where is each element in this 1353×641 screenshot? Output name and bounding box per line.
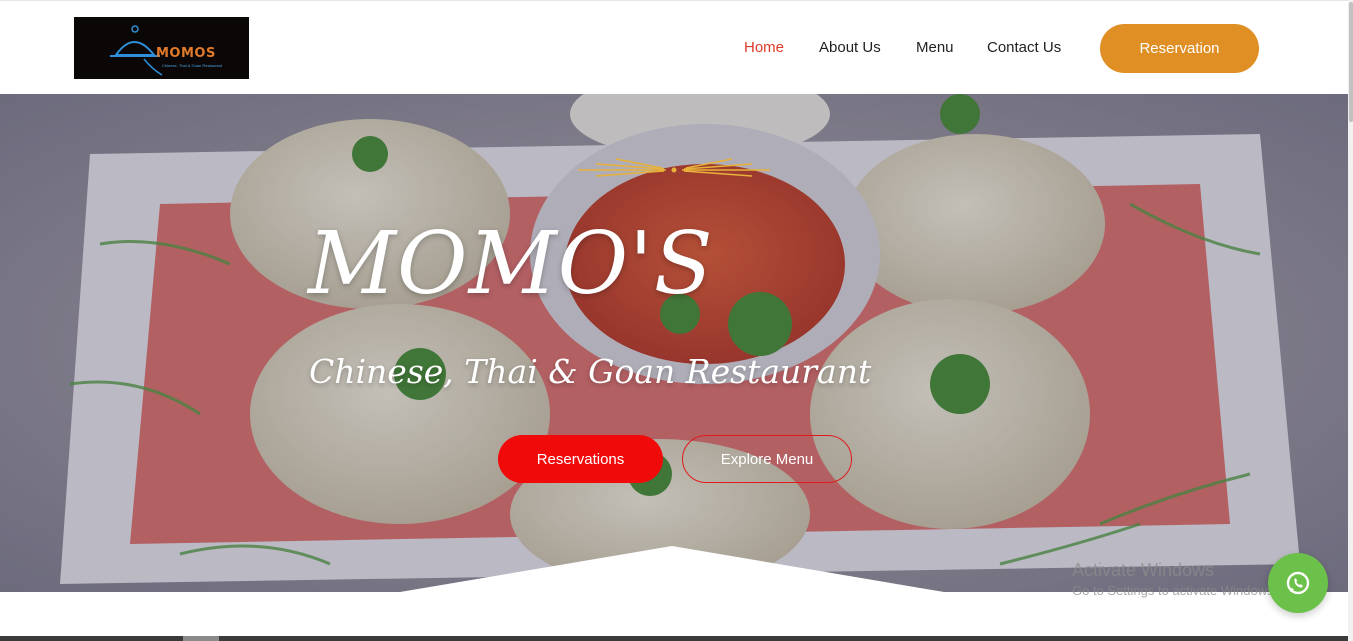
site-header: MOMOS Chinese, Thai & Goan Restaurant Ho… [0,1,1348,94]
logo-text: MOMOS [156,46,216,61]
whatsapp-icon [1286,571,1310,595]
watermark-subtitle: Go to Settings to activate Windows. [1072,583,1278,598]
logo-subtext: Chinese, Thai & Goan Restaurant [162,63,222,68]
hero-bottom-wedge [400,546,944,592]
logo[interactable]: MOMOS Chinese, Thai & Goan Restaurant [74,17,249,79]
page: MOMOS Chinese, Thai & Goan Restaurant Ho… [0,0,1353,641]
nav-contact-us[interactable]: Contact Us [987,39,1061,56]
nav-about-us[interactable]: About Us [819,39,881,56]
bottom-bar-highlight [183,636,219,641]
whatsapp-button[interactable] [1268,553,1328,613]
nav-menu[interactable]: Menu [916,39,954,56]
hero-section: MOMO'S Chinese, Thai & Goan Restaurant R… [0,94,1348,592]
reservation-button[interactable]: Reservation [1100,24,1259,73]
watermark-title: Activate Windows [1072,560,1215,580]
nav-home[interactable]: Home [744,39,784,56]
scrollbar-thumb[interactable] [1349,2,1353,122]
windows-activation-watermark: Activate Windows Go to Settings to activ… [1072,560,1277,598]
